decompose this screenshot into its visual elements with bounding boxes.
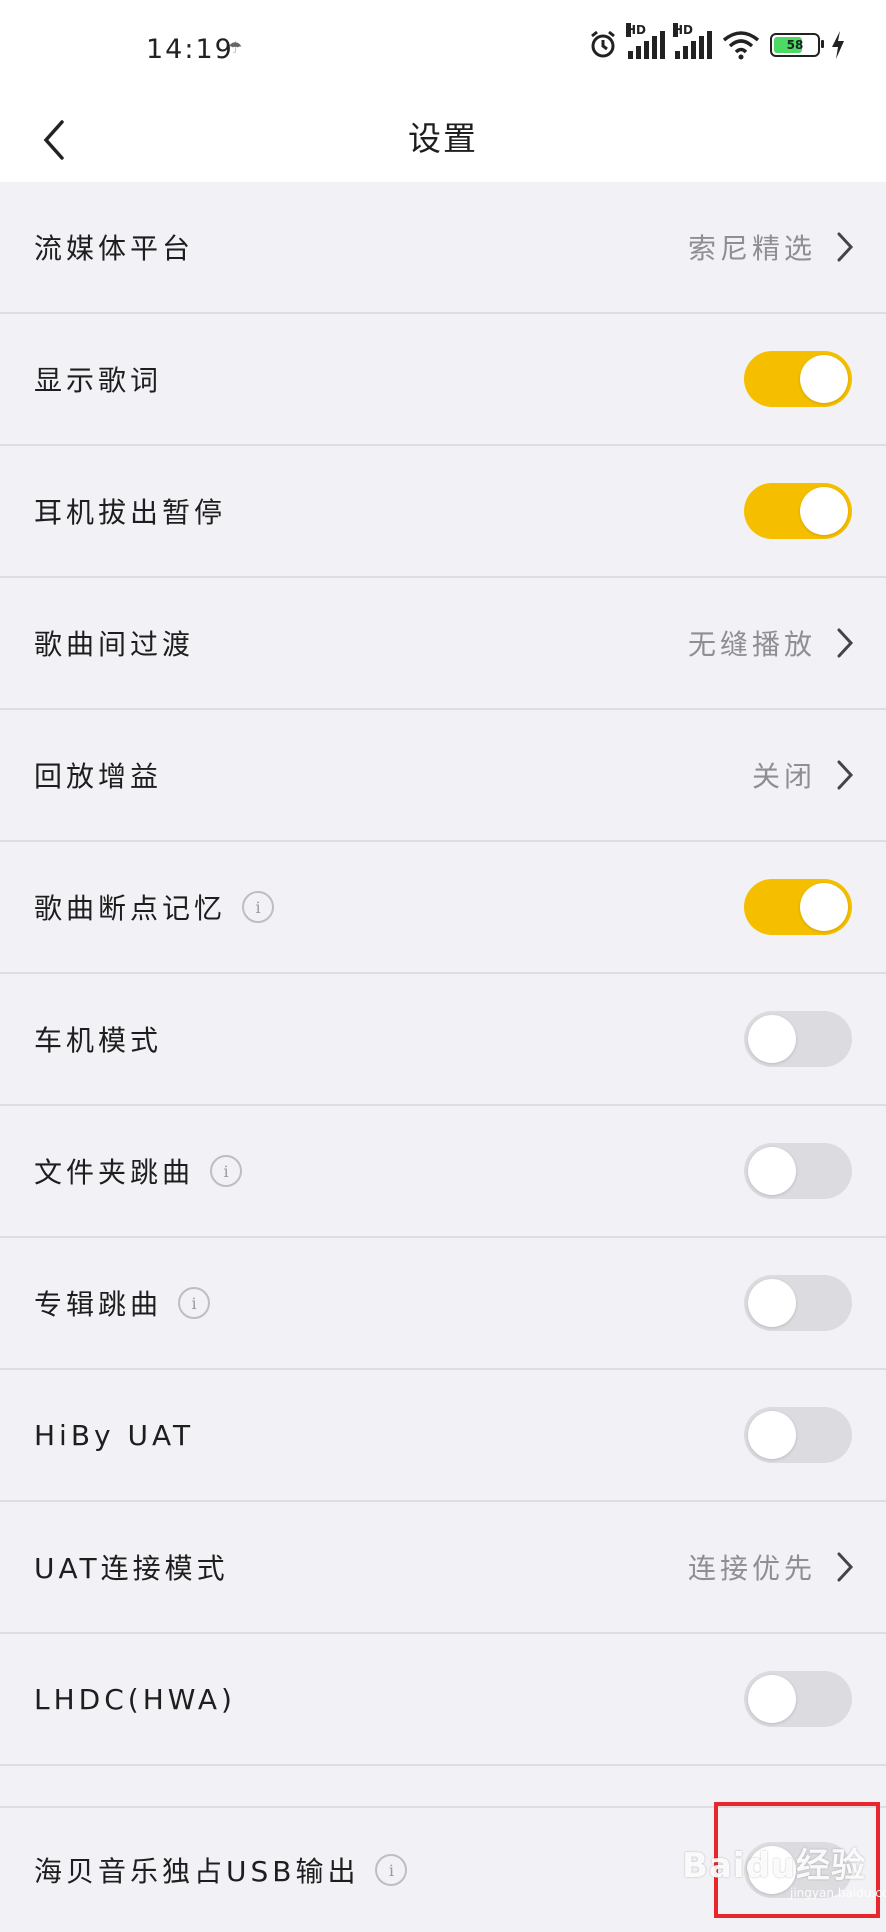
settings-row-label-text: UAT连接模式 bbox=[34, 1552, 229, 1585]
chevron-right-icon bbox=[837, 232, 854, 262]
settings-row-label: 海贝音乐独占USB输出 i bbox=[34, 1850, 408, 1890]
settings-row-label: 歌曲断点记忆 i bbox=[34, 887, 275, 927]
settings-row-value: 无缝播放 bbox=[687, 628, 816, 661]
settings-row-label-text: HiBy UAT bbox=[34, 1418, 195, 1452]
hd-label: HD bbox=[626, 23, 647, 37]
toggle-switch[interactable] bbox=[744, 351, 852, 407]
toggle-switch[interactable] bbox=[744, 1011, 852, 1067]
toggle-switch[interactable] bbox=[744, 1143, 852, 1199]
info-icon[interactable]: i bbox=[210, 1155, 243, 1187]
settings-row[interactable]: HiBy UAT bbox=[0, 1370, 886, 1502]
settings-row-label: 流媒体平台 bbox=[34, 227, 194, 267]
signal-icon: HD bbox=[626, 23, 665, 59]
chevron-right-icon bbox=[837, 760, 854, 790]
settings-row[interactable]: LHDC(HWA) bbox=[0, 1634, 886, 1766]
settings-row-label-text: 文件夹跳曲 bbox=[34, 1156, 195, 1189]
settings-row-label: 车机模式 bbox=[34, 1019, 162, 1059]
status-bar: 14:19 ☂ HD HD 58 bbox=[0, 0, 886, 100]
page-title: 设置 bbox=[408, 119, 478, 158]
toggle-knob bbox=[748, 1675, 796, 1723]
settings-row-label-text: 海贝音乐独占USB输出 bbox=[34, 1855, 360, 1888]
toggle-knob bbox=[800, 355, 848, 403]
toggle-switch[interactable] bbox=[744, 1671, 852, 1727]
settings-row-label: HiBy UAT bbox=[34, 1419, 194, 1452]
settings-row[interactable]: 文件夹跳曲 i bbox=[0, 1106, 886, 1238]
settings-row-label: 耳机拔出暂停 bbox=[34, 491, 226, 531]
settings-row[interactable]: 流媒体平台 索尼精选 bbox=[0, 182, 886, 314]
settings-row[interactable]: 显示歌词 bbox=[0, 314, 886, 446]
settings-row-label: UAT连接模式 bbox=[34, 1547, 229, 1587]
settings-row-label-text: 回放增益 bbox=[34, 760, 163, 793]
watermark-logo: Baidu经验 bbox=[682, 1846, 867, 1886]
wifi-icon bbox=[722, 30, 760, 60]
watermark-url: jingyan.baidu.com bbox=[790, 1886, 886, 1900]
settings-row[interactable]: 专辑跳曲 i bbox=[0, 1238, 886, 1370]
info-icon[interactable]: i bbox=[242, 891, 275, 923]
chevron-right-icon bbox=[837, 1552, 854, 1582]
settings-row-value: 连接优先 bbox=[687, 1552, 816, 1585]
activity-icon: ☂ bbox=[228, 38, 243, 57]
status-icons: HD HD 58 bbox=[588, 23, 846, 60]
settings-row[interactable]: UAT连接模式 连接优先 bbox=[0, 1502, 886, 1634]
toggle-knob bbox=[748, 1147, 796, 1195]
toggle-knob bbox=[748, 1015, 796, 1063]
settings-row-label: 歌曲间过渡 bbox=[34, 623, 194, 663]
charging-icon bbox=[830, 31, 846, 59]
status-time: 14:19 bbox=[146, 34, 234, 65]
toggle-knob bbox=[800, 487, 848, 535]
info-icon[interactable]: i bbox=[178, 1287, 211, 1319]
settings-row-label-text: 耳机拔出暂停 bbox=[34, 496, 227, 529]
signal-icon: HD bbox=[673, 23, 712, 59]
hd-label: HD bbox=[673, 23, 694, 37]
chevron-right-icon bbox=[837, 628, 854, 658]
info-icon[interactable]: i bbox=[375, 1854, 408, 1886]
toggle-knob bbox=[800, 883, 848, 931]
alarm-icon bbox=[588, 30, 618, 60]
settings-row[interactable]: 耳机拔出暂停 bbox=[0, 446, 886, 578]
settings-row[interactable]: 回放增益 关闭 bbox=[0, 710, 886, 842]
toggle-knob bbox=[748, 1279, 796, 1327]
settings-row-label: 显示歌词 bbox=[34, 359, 162, 399]
battery-icon: 58 bbox=[770, 33, 824, 57]
settings-row-label-text: 流媒体平台 bbox=[34, 232, 195, 265]
settings-row[interactable]: 歌曲断点记忆 i bbox=[0, 842, 886, 974]
toggle-switch[interactable] bbox=[744, 1407, 852, 1463]
settings-row-label-text: 歌曲间过渡 bbox=[34, 628, 195, 661]
settings-row[interactable]: 车机模式 bbox=[0, 974, 886, 1106]
toggle-switch[interactable] bbox=[744, 879, 852, 935]
settings-row-label-text: 歌曲断点记忆 bbox=[34, 892, 227, 925]
settings-row-label: 回放增益 bbox=[34, 755, 162, 795]
battery-level: 58 bbox=[786, 38, 804, 52]
settings-row-label-text: 车机模式 bbox=[34, 1024, 163, 1057]
settings-row-value: 关闭 bbox=[751, 760, 816, 793]
toggle-switch[interactable] bbox=[744, 1275, 852, 1331]
settings-list: 流媒体平台 索尼精选显示歌词耳机拔出暂停 歌曲间过渡 无缝播放回放增益 关闭歌曲断点记忆… bbox=[0, 182, 886, 1932]
settings-row[interactable]: 歌曲间过渡 无缝播放 bbox=[0, 578, 886, 710]
settings-row-label-text: 专辑跳曲 bbox=[34, 1288, 163, 1321]
settings-row-label: LHDC(HWA) bbox=[34, 1683, 236, 1716]
settings-row-label: 专辑跳曲 i bbox=[34, 1283, 211, 1323]
settings-row-label: 文件夹跳曲 i bbox=[34, 1151, 243, 1191]
toggle-knob bbox=[748, 1411, 796, 1459]
settings-row-label-text: 显示歌词 bbox=[34, 364, 163, 397]
toggle-switch[interactable] bbox=[744, 483, 852, 539]
settings-row-label-text: LHDC(HWA) bbox=[34, 1682, 236, 1716]
settings-row-value: 索尼精选 bbox=[687, 232, 816, 265]
nav-bar: 设置 bbox=[0, 100, 886, 183]
